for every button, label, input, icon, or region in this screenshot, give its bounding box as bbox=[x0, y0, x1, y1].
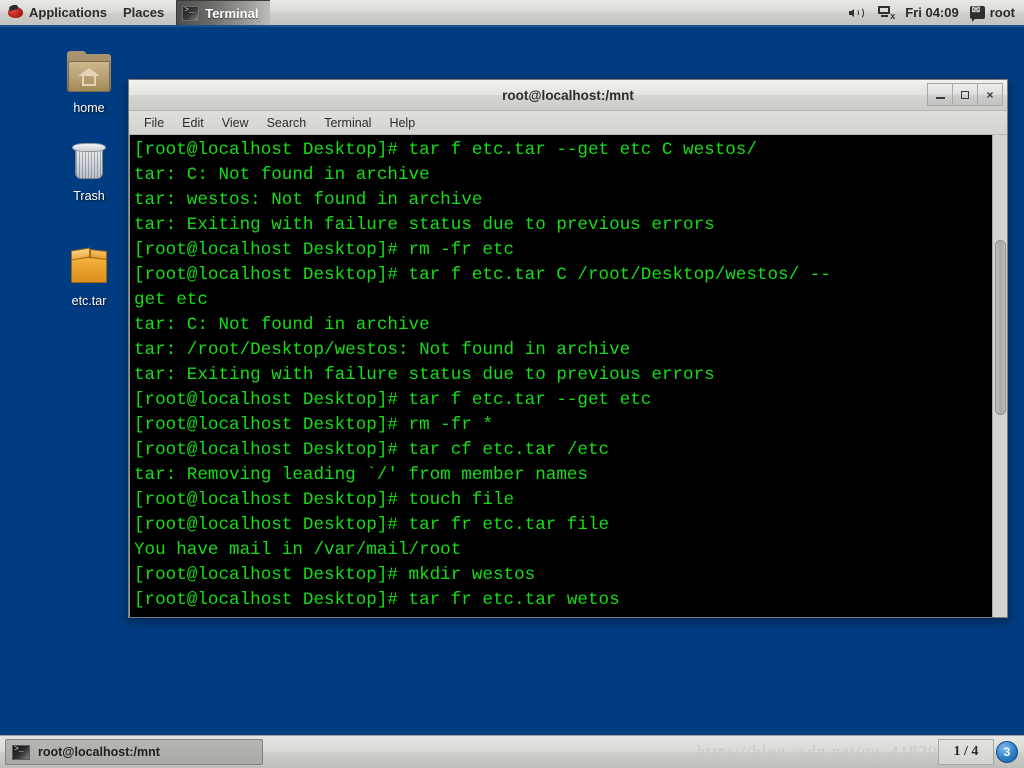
top-task-button-terminal[interactable]: Terminal bbox=[176, 0, 271, 25]
terminal-line: tar: Removing leading `/' from member na… bbox=[134, 465, 588, 485]
terminal-body[interactable]: [root@localhost Desktop]# tar f etc.tar … bbox=[129, 135, 1007, 617]
home-folder-icon bbox=[65, 50, 113, 98]
terminal-line: [root@localhost Desktop]# rm -fr etc bbox=[134, 240, 515, 260]
terminal-line: [root@localhost Desktop]# tar f etc.tar … bbox=[134, 390, 652, 410]
workspace-indicator-label: 1 / 4 bbox=[953, 744, 979, 759]
terminal-line: tar: C: Not found in archive bbox=[134, 315, 430, 335]
terminal-line: [root@localhost Desktop]# mkdir westos bbox=[134, 565, 536, 585]
network-disconnected-icon: x bbox=[877, 5, 895, 21]
archive-icon bbox=[65, 243, 113, 291]
terminal-scrollbar[interactable] bbox=[992, 135, 1007, 617]
menu-edit[interactable]: Edit bbox=[174, 114, 212, 132]
terminal-line: tar: westos: Not found in archive bbox=[134, 190, 483, 210]
terminal-line: [root@localhost Desktop]# tar f etc.tar … bbox=[134, 265, 831, 285]
minimize-button[interactable] bbox=[927, 83, 953, 106]
desktop-icon-trash[interactable]: Trash bbox=[46, 138, 132, 203]
scrollbar-thumb[interactable] bbox=[995, 240, 1006, 415]
menu-file[interactable]: File bbox=[136, 114, 172, 132]
terminal-icon bbox=[182, 5, 200, 21]
window-controls: × bbox=[927, 83, 1003, 106]
watermark-text: https://blog.csdn.net/qq_41820383 bbox=[696, 742, 966, 761]
desktop-icon-label: etc.tar bbox=[71, 294, 107, 308]
volume-icon bbox=[849, 5, 866, 20]
bottom-panel: root@localhost:/mnt https://blog.csdn.ne… bbox=[0, 735, 1024, 768]
network-indicator[interactable]: x bbox=[877, 5, 895, 21]
menu-terminal[interactable]: Terminal bbox=[316, 114, 379, 132]
terminal-line: [root@localhost Desktop]# tar f etc.tar … bbox=[134, 140, 757, 160]
terminal-line: You have mail in /var/mail/root bbox=[134, 540, 462, 560]
applications-menu-label: Applications bbox=[29, 5, 108, 20]
desktop-icon-home[interactable]: home bbox=[46, 50, 132, 115]
top-panel: Applications Places Terminal x bbox=[0, 0, 1024, 27]
close-button[interactable]: × bbox=[977, 83, 1003, 106]
terminal-line: [root@localhost Desktop]# touch file bbox=[134, 490, 515, 510]
user-menu[interactable]: root bbox=[969, 4, 1015, 22]
menubar: File Edit View Search Terminal Help bbox=[129, 111, 1007, 135]
places-menu[interactable]: Places bbox=[115, 0, 172, 25]
terminal-line: tar: /root/Desktop/westos: Not found in … bbox=[134, 340, 631, 360]
user-menu-label: root bbox=[989, 5, 1015, 20]
trash-icon bbox=[65, 138, 113, 186]
window-title: root@localhost:/mnt bbox=[502, 87, 634, 103]
terminal-line: get etc bbox=[134, 290, 208, 310]
notification-count-label: 3 bbox=[1003, 745, 1011, 759]
minimize-icon bbox=[935, 97, 945, 99]
desktop-icon-etc-tar[interactable]: etc.tar bbox=[46, 243, 132, 308]
desktop: Applications Places Terminal x bbox=[0, 0, 1024, 768]
taskbar-button-label: root@localhost:/mnt bbox=[38, 745, 160, 759]
maximize-icon bbox=[961, 90, 969, 99]
applications-menu[interactable]: Applications bbox=[0, 0, 115, 25]
desktop-icon-label: Trash bbox=[73, 189, 105, 203]
desktop-icon-label: home bbox=[73, 101, 105, 115]
terminal-icon bbox=[12, 744, 30, 760]
redhat-logo-icon bbox=[8, 5, 24, 20]
window-titlebar[interactable]: root@localhost:/mnt × bbox=[129, 80, 1007, 111]
top-task-button-label: Terminal bbox=[205, 5, 259, 21]
clock[interactable]: Fri 04:09 bbox=[905, 5, 958, 20]
menu-help[interactable]: Help bbox=[381, 114, 423, 132]
menu-search[interactable]: Search bbox=[259, 114, 315, 132]
terminal-line: tar: Exiting with failure status due to … bbox=[134, 215, 715, 235]
places-menu-label: Places bbox=[123, 5, 165, 20]
user-presence-icon bbox=[969, 4, 985, 22]
terminal-line: [root@localhost Desktop]# tar fr etc.tar… bbox=[134, 590, 620, 610]
notification-badge[interactable]: 3 bbox=[996, 741, 1018, 763]
terminal-line: tar: Exiting with failure status due to … bbox=[134, 365, 715, 385]
clock-label: Fri 04:09 bbox=[905, 5, 959, 20]
system-tray: x Fri 04:09 root bbox=[849, 4, 1024, 22]
close-icon: × bbox=[986, 87, 994, 102]
terminal-line: [root@localhost Desktop]# tar cf etc.tar… bbox=[134, 440, 610, 460]
terminal-line: [root@localhost Desktop]# tar fr etc.tar… bbox=[134, 515, 610, 535]
terminal-line: tar: C: Not found in archive bbox=[134, 165, 430, 185]
terminal-window[interactable]: root@localhost:/mnt × File Edit View Sea… bbox=[128, 79, 1008, 618]
taskbar-button-terminal[interactable]: root@localhost:/mnt bbox=[5, 739, 263, 765]
volume-indicator[interactable] bbox=[849, 5, 866, 20]
menu-view[interactable]: View bbox=[214, 114, 257, 132]
top-window-list: Terminal bbox=[176, 0, 271, 25]
workspace-switcher[interactable]: 1 / 4 bbox=[938, 739, 994, 765]
terminal-output[interactable]: [root@localhost Desktop]# tar f etc.tar … bbox=[130, 135, 992, 617]
terminal-line: [root@localhost Desktop]# rm -fr * bbox=[134, 415, 493, 435]
maximize-button[interactable] bbox=[952, 83, 978, 106]
